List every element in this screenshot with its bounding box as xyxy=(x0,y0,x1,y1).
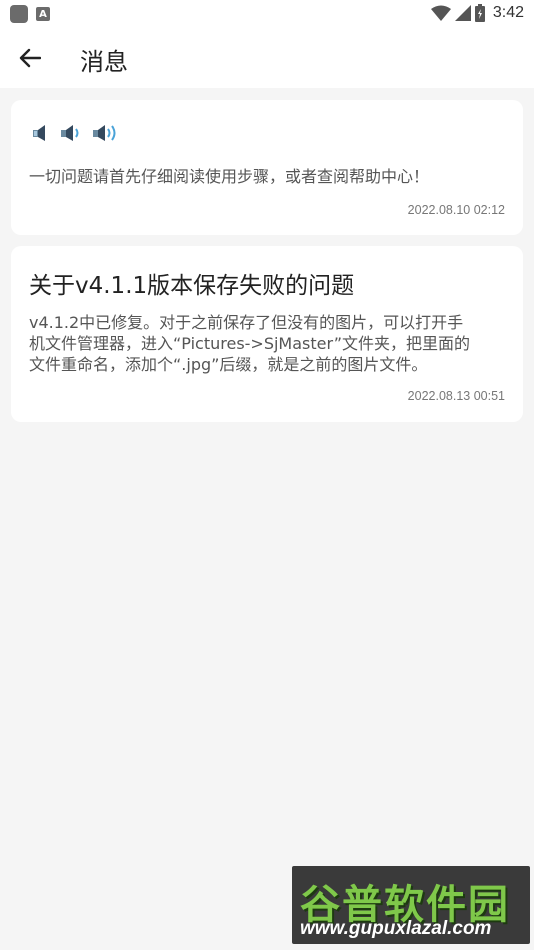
message-text-line: v4.1.2中已修复。对于之前保存了但没有的图片，可以打开手 xyxy=(29,313,464,332)
signal-icon xyxy=(454,5,471,21)
status-bar: A 3:42 xyxy=(0,0,534,28)
message-text-line: 机文件管理器，进入“Pictures->SjMaster”文件夹，把里面的 xyxy=(29,334,471,353)
status-bar-left: A xyxy=(10,5,50,23)
watermark-url: www.gupuxlazal.com xyxy=(300,918,492,939)
page-title: 消息 xyxy=(80,48,128,76)
a-icon: A xyxy=(36,7,50,21)
status-time: 3:42 xyxy=(492,4,524,21)
arrow-left-icon xyxy=(19,48,41,68)
battery-icon xyxy=(474,4,485,22)
message-card[interactable]: 一切问题请首先仔细阅读使用步骤，或者查阅帮助中心！ 2022.08.10 02:… xyxy=(11,100,523,235)
back-button[interactable] xyxy=(14,42,46,74)
message-date: 2022.08.13 00:51 xyxy=(407,389,505,403)
speaker-medium-icon xyxy=(61,125,79,141)
message-title: 关于v4.1.1版本保存失败的问题 xyxy=(29,273,355,299)
wifi-icon xyxy=(430,5,451,21)
speaker-volume-icons xyxy=(31,122,121,144)
watermark: 谷普软件园 www.gupuxlazal.com xyxy=(292,866,530,944)
app-icon xyxy=(10,5,28,23)
status-bar-right: 3:42 xyxy=(430,4,524,22)
message-date: 2022.08.10 02:12 xyxy=(407,203,505,217)
message-text-line: 文件重命名，添加个“.jpg”后缀，就是之前的图片文件。 xyxy=(29,355,428,374)
speaker-high-icon xyxy=(93,125,116,141)
app-bar: 消息 xyxy=(0,28,534,88)
message-text: v4.1.2中已修复。对于之前保存了但没有的图片，可以打开手 机文件管理器，进入… xyxy=(29,312,505,375)
message-card[interactable]: 关于v4.1.1版本保存失败的问题 v4.1.2中已修复。对于之前保存了但没有的… xyxy=(11,246,523,422)
message-text: 一切问题请首先仔细阅读使用步骤，或者查阅帮助中心！ xyxy=(29,167,430,186)
speaker-low-icon xyxy=(33,125,45,141)
